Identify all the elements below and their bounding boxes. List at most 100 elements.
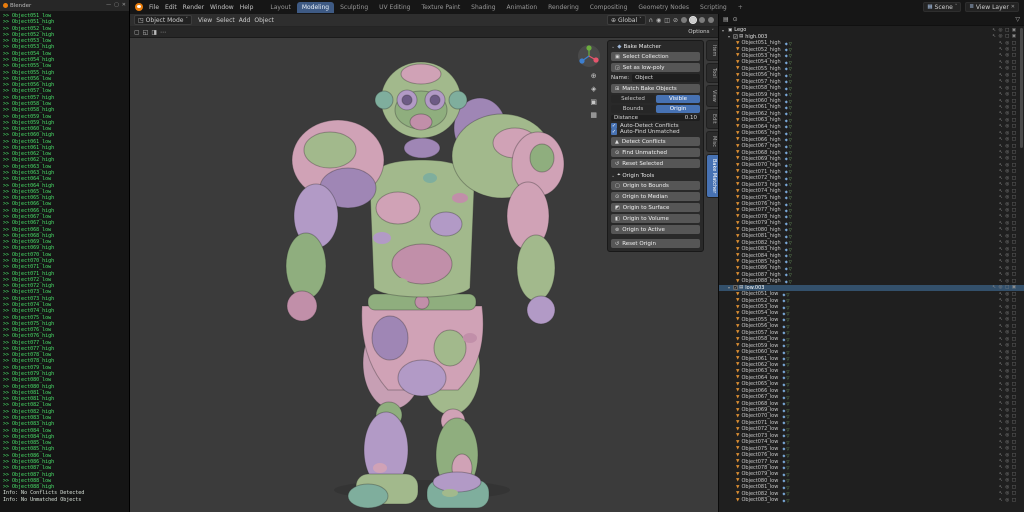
hide-toggle-icon[interactable]: ◎ [1005,47,1009,52]
select-toggle-icon[interactable]: ↖ [999,176,1003,181]
hide-toggle-icon[interactable]: ◎ [1005,324,1009,329]
viewport-toggle-icon[interactable]: □ [1012,465,1016,470]
viewport-menu-view[interactable]: View [196,17,214,24]
search-icon[interactable]: ⊙ [733,16,738,23]
3d-viewport[interactable]: ⊕ ◈ ▣ ▦ ⌄ ◆ Bake Matcher ▣Select Collect… [130,38,718,512]
viewport-toggle-icon[interactable]: □ [1005,28,1009,33]
select-toggle-icon[interactable]: ↖ [999,247,1003,252]
hide-toggle-icon[interactable]: ◎ [1005,169,1009,174]
hide-toggle-icon[interactable]: ◎ [1005,382,1009,387]
select-toggle-icon[interactable]: ↖ [999,240,1003,245]
menu-help[interactable]: Help [237,4,257,11]
select-toggle-icon[interactable]: ↖ [999,221,1003,226]
find-unmatched-button[interactable]: ⊙Find Unmatched [611,148,700,157]
viewport-toggle-icon[interactable]: □ [1012,240,1016,245]
select-extend-icon[interactable]: ◨ [151,29,157,36]
select-toggle-icon[interactable]: ↖ [999,202,1003,207]
origin-option[interactable]: Origin [656,105,700,113]
viewport-toggle-icon[interactable]: □ [1012,459,1016,464]
reset-origin-button[interactable]: ↺Reset Origin [611,239,700,248]
hide-toggle-icon[interactable]: ◎ [1005,41,1009,46]
select-toggle-icon[interactable]: ↖ [999,395,1003,400]
add-workspace-button[interactable]: + [733,2,748,13]
viewport-toggle-icon[interactable]: □ [1012,111,1016,116]
options-dropdown[interactable]: Options ˅ [688,29,714,35]
viewport-toggle-icon[interactable]: □ [1012,73,1016,78]
viewport-toggle-icon[interactable]: □ [1005,285,1009,290]
auto-find-unmatched-checkbox[interactable]: ✓Auto-Find Unmatched [611,129,700,135]
hide-toggle-icon[interactable]: ◎ [1005,388,1009,393]
viewport-toggle-icon[interactable]: □ [1012,433,1016,438]
zoom-icon[interactable]: ⊕ [590,72,597,80]
viewport-toggle-icon[interactable]: □ [1012,227,1016,232]
hide-toggle-icon[interactable]: ◎ [1005,253,1009,258]
hide-toggle-icon[interactable]: ◎ [1005,408,1009,413]
hide-toggle-icon[interactable]: ◎ [1005,317,1009,322]
viewport-toggle-icon[interactable]: □ [1012,131,1016,136]
hide-toggle-icon[interactable]: ◎ [1005,459,1009,464]
select-toggle-icon[interactable]: ↖ [999,446,1003,451]
tab-layout[interactable]: Layout [265,2,295,13]
select-toggle-icon[interactable]: ↖ [999,86,1003,91]
hide-toggle-icon[interactable]: ◎ [1005,156,1009,161]
hide-toggle-icon[interactable]: ◎ [1005,298,1009,303]
window-controls[interactable]: — ▢ ✕ [106,3,126,8]
viewport-toggle-icon[interactable]: □ [1012,176,1016,181]
select-toggle-icon[interactable]: ↖ [999,279,1003,284]
ntab-bake-matcher[interactable]: Bake Matcher [706,154,718,198]
viewport-toggle-icon[interactable]: □ [1012,99,1016,104]
viewport-toggle-icon[interactable]: □ [1012,317,1016,322]
distance-slider[interactable]: Distance 0.10 [611,115,700,121]
viewport-toggle-icon[interactable]: □ [1012,105,1016,110]
hide-toggle-icon[interactable]: ◎ [1005,356,1009,361]
name-input[interactable]: Object [632,74,700,82]
viewport-toggle-icon[interactable]: □ [1012,272,1016,277]
grid-toggle-icon[interactable]: ▦ [590,111,597,119]
viewport-toggle-icon[interactable]: □ [1012,472,1016,477]
select-toggle-icon[interactable]: ↖ [999,214,1003,219]
viewport-toggle-icon[interactable]: □ [1012,202,1016,207]
hide-toggle-icon[interactable]: ◎ [1005,375,1009,380]
tab-sculpting[interactable]: Sculpting [335,2,373,13]
render-toggle-icon[interactable]: ▣ [1012,34,1016,39]
viewport-toggle-icon[interactable]: □ [1012,369,1016,374]
origin-to-median-button[interactable]: ⊙Origin to Median [611,192,700,201]
hide-toggle-icon[interactable]: ◎ [1005,266,1009,271]
shading-rendered-icon[interactable] [708,17,714,23]
viewport-toggle-icon[interactable]: □ [1012,189,1016,194]
navigation-gizmo[interactable] [576,43,602,69]
origin-to-active-button[interactable]: ⊚Origin to Active [611,225,700,234]
select-mode-icon[interactable]: ◱ [143,29,149,36]
transform-orientation-dropdown[interactable]: ⊕ Global ˅ [607,15,646,25]
viewport-toggle-icon[interactable]: □ [1012,305,1016,310]
select-toggle-icon[interactable]: ↖ [999,408,1003,413]
bounds-option[interactable]: Bounds [611,105,655,113]
viewport-toggle-icon[interactable]: □ [1012,382,1016,387]
checkbox-icon[interactable]: ✓ [611,129,617,135]
hide-toggle-icon[interactable]: ◎ [1005,240,1009,245]
select-toggle-icon[interactable]: ↖ [999,369,1003,374]
tab-modeling[interactable]: Modeling [297,2,334,13]
hide-toggle-icon[interactable]: ◎ [1005,498,1009,503]
origin-to-bounds-button[interactable]: ▢Origin to Bounds [611,181,700,190]
hide-toggle-icon[interactable]: ◎ [1005,131,1009,136]
overlays-icon[interactable]: ◫ [664,17,670,24]
hide-toggle-icon[interactable]: ◎ [1005,259,1009,264]
render-toggle-icon[interactable]: ▣ [1012,28,1016,33]
tab-texture-paint[interactable]: Texture Paint [416,2,465,13]
filter-icon[interactable]: ▽ [1015,16,1020,23]
select-toggle-icon[interactable]: ↖ [999,343,1003,348]
ntab-item[interactable]: Item [706,40,718,61]
hide-toggle-icon[interactable]: ◎ [1005,208,1009,213]
xray-icon[interactable]: ⊘ [673,17,678,24]
reset-selected-button[interactable]: ↺Reset Selected [611,159,700,168]
minimize-icon[interactable]: — [106,3,111,8]
select-toggle-icon[interactable]: ↖ [999,144,1003,149]
visible-option[interactable]: Visible [656,95,700,103]
hide-toggle-icon[interactable]: ◎ [999,34,1003,39]
select-toggle-icon[interactable]: ↖ [999,472,1003,477]
select-toggle-icon[interactable]: ↖ [999,414,1003,419]
viewport-toggle-icon[interactable]: □ [1012,156,1016,161]
select-toggle-icon[interactable]: ↖ [999,292,1003,297]
viewport-toggle-icon[interactable]: □ [1012,343,1016,348]
